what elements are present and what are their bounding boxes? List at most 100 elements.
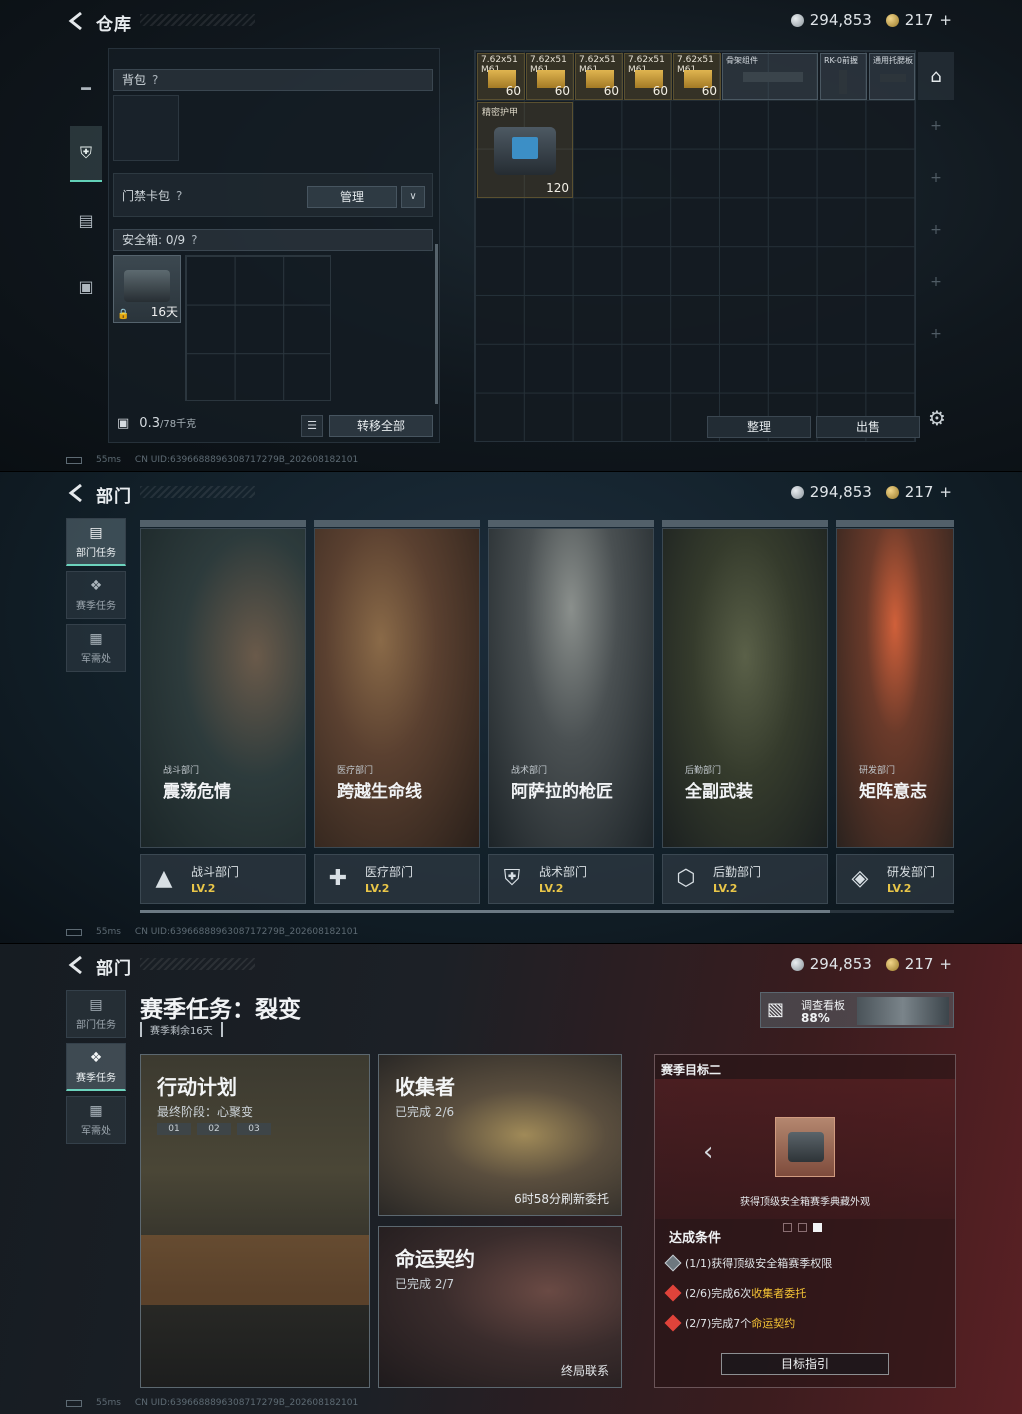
stock-part-item[interactable]: 骨架组件 [722,53,818,100]
backpack-slot[interactable] [113,95,179,161]
combat-portrait: 战斗部门 震荡危情 [140,528,306,848]
backpack-header: 背包? [113,69,433,91]
season-remaining: 赛季剩余16天 [140,1022,223,1037]
category-rail: ━ ⛨ ▤ ▣ [70,60,102,324]
back-arrow-icon[interactable] [68,11,84,31]
assault-icon: ▲ [155,866,173,891]
department-card-logistics[interactable]: 后勤部门 全副武装 ⬡ 后勤部门 LV.2 [662,520,828,906]
grip-part-item[interactable]: RK-0前握 [820,53,867,100]
season-icon: ❖ [89,1049,103,1066]
condition-item: (1/1)获得顶级安全箱赛季权限 [664,1254,832,1272]
gold-coin-icon [885,957,899,971]
sell-button[interactable]: 出售 [816,416,920,438]
page-dot[interactable] [798,1223,807,1232]
safe-box-header: 安全箱: 0/9? [113,229,433,251]
ammo-item[interactable]: 7.62x51 M6160 [575,53,623,100]
season-goal-panel: 赛季目标二 ‹ 获得顶级安全箱赛季典藏外观 达成条件 (1/1)获得顶级安全箱赛… [654,1054,956,1388]
transfer-all-button[interactable]: 转移全部 [329,415,433,437]
add-tab-icon[interactable]: + [918,100,954,152]
add-tab-icon[interactable]: + [918,256,954,308]
uid-text: CN UID:6396688896308717279B_202608182101 [134,927,359,937]
help-icon[interactable]: ? [152,70,158,90]
uid-text: CN UID:6396688896308717279B_202608182101 [134,455,359,465]
cheek-rest-item[interactable]: 通用托腮板 [869,53,915,100]
logistics-icon: ⬡ [676,866,696,891]
horizontal-scrollbar[interactable] [140,910,954,913]
tab-quartermaster[interactable]: ▦ 军需处 [66,624,126,672]
help-icon[interactable]: ? [191,230,197,250]
supply-icon: ▦ [89,1103,103,1119]
image-icon: ▧ [767,999,785,1020]
logistics-portrait: 后勤部门 全副武装 [662,528,828,848]
mission-card-fate-contract[interactable]: 命运契约 已完成 2/7 终局联系 [378,1226,622,1388]
medical-portrait: 医疗部门 跨越生命线 [314,528,480,848]
add-tab-icon[interactable]: + [918,204,954,256]
department-card-research[interactable]: 研发部门 矩阵意志 ◈ 研发部门 LV.2 [836,520,954,906]
season-icon: ❖ [89,578,103,594]
tab-department-tasks[interactable]: ▤ 部门任务 [66,990,126,1038]
clipboard-icon: ▤ [89,524,103,541]
page-dot[interactable] [783,1223,792,1232]
check-diamond-icon [664,1254,682,1272]
medical-icon: ✚ [328,866,348,891]
tab-department-tasks[interactable]: ▤ 部门任务 [66,518,126,566]
department-card-combat[interactable]: 战斗部门 震荡危情 ▲ 战斗部门 LV.2 [140,520,306,906]
weight-display: ▣ 0.3/78千克 [117,415,196,432]
department-card-tactical[interactable]: 战术部门 阿萨拉的枪匠 ⛨ 战术部门 LV.2 [488,520,654,906]
back-arrow-icon[interactable] [68,483,84,503]
tab-season-tasks[interactable]: ❖ 赛季任务 [66,1043,126,1091]
stash-grid[interactable]: 7.62x51 M6160 7.62x51 M6160 7.62x51 M616… [474,50,920,442]
add-currency-icon[interactable]: + [939,11,952,29]
top-bar: 部门 294,853 217 + [0,944,1022,986]
page-dot-active[interactable] [813,1223,822,1232]
season-panel: 部门 294,853 217 + ▤ 部门任务 ❖ 赛季任务 ▦ 军需处 赛季任务：裂… [0,943,1022,1414]
list-icon[interactable]: ☰ [301,415,323,437]
safe-box-grid[interactable] [185,255,331,401]
department-card-medical[interactable]: 医疗部门 跨越生命线 ✚ 医疗部门 LV.2 [314,520,480,906]
warehouse-tab-icon[interactable]: ⌂ [918,52,954,100]
chevron-left-icon[interactable]: ‹ [703,1137,713,1167]
tactical-icon: ⛨ [503,866,521,891]
chevron-down-icon[interactable]: ∨ [401,186,425,208]
alert-diamond-icon [664,1284,682,1302]
vest-category-icon[interactable]: ▤ [70,192,102,248]
ammo-item[interactable]: 7.62x51 M6160 [477,53,525,100]
manage-button[interactable]: 管理 [307,186,397,208]
armor-item[interactable]: 精密护甲 120 [477,102,573,198]
safe-box-item[interactable]: 🔒 16天 [113,255,181,323]
clipboard-icon: ▤ [89,997,103,1013]
add-currency-icon[interactable]: + [939,483,952,501]
add-tab-icon[interactable]: + [918,308,954,360]
cheek-rest-icon [880,74,906,82]
ammo-item[interactable]: 7.62x51 M6160 [526,53,574,100]
weapon-category-icon[interactable]: ━ [70,60,102,116]
tab-season-tasks[interactable]: ❖ 赛季任务 [66,571,126,619]
goal-showcase: ‹ 获得顶级安全箱赛季典藏外观 [655,1079,955,1232]
battery-icon [66,456,82,464]
supply-icon: ▦ [89,631,103,647]
ammo-item[interactable]: 7.62x51 M6160 [673,53,721,100]
survey-board-button[interactable]: ▧ 调查看板 88% [760,992,954,1028]
top-bar: 仓库 294,853 217 + [0,0,1022,42]
equipment-category-icon[interactable]: ⛨ [70,126,102,182]
add-tab-icon[interactable]: + [918,152,954,204]
ammo-item[interactable]: 7.62x51 M6160 [624,53,672,100]
safe-box-skin-icon[interactable] [775,1117,835,1177]
toolbox-category-icon[interactable]: ▣ [70,258,102,314]
gold-amount: 217 [904,483,934,501]
mission-card-action-plan[interactable]: 行动计划 最终阶段：心聚变 01 02 03 [140,1054,370,1388]
mission-card-collector[interactable]: 收集者 已完成 2/6 6时58分刷新委托 [378,1054,622,1216]
tab-quartermaster[interactable]: ▦ 军需处 [66,1096,126,1144]
add-currency-icon[interactable]: + [939,955,952,973]
safe-box-label: 安全箱: 0/9 [122,233,186,247]
sort-button[interactable]: 整理 [707,416,811,438]
endgame-link: 终局联系 [560,1364,609,1378]
department-footer: ✚ 医疗部门 LV.2 [314,854,480,904]
grip-icon [839,70,847,94]
gear-icon[interactable]: ⚙ [928,406,946,430]
research-portrait: 研发部门 矩阵意志 [836,528,954,848]
scrollbar[interactable] [435,244,438,404]
goal-guide-button[interactable]: 目标指引 [721,1353,889,1375]
warehouse-panel: 仓库 294,853 217 + ━ ⛨ ▤ ▣ 背包? 门禁卡包? 管理 ∨ … [0,0,1022,471]
back-arrow-icon[interactable] [68,955,84,975]
